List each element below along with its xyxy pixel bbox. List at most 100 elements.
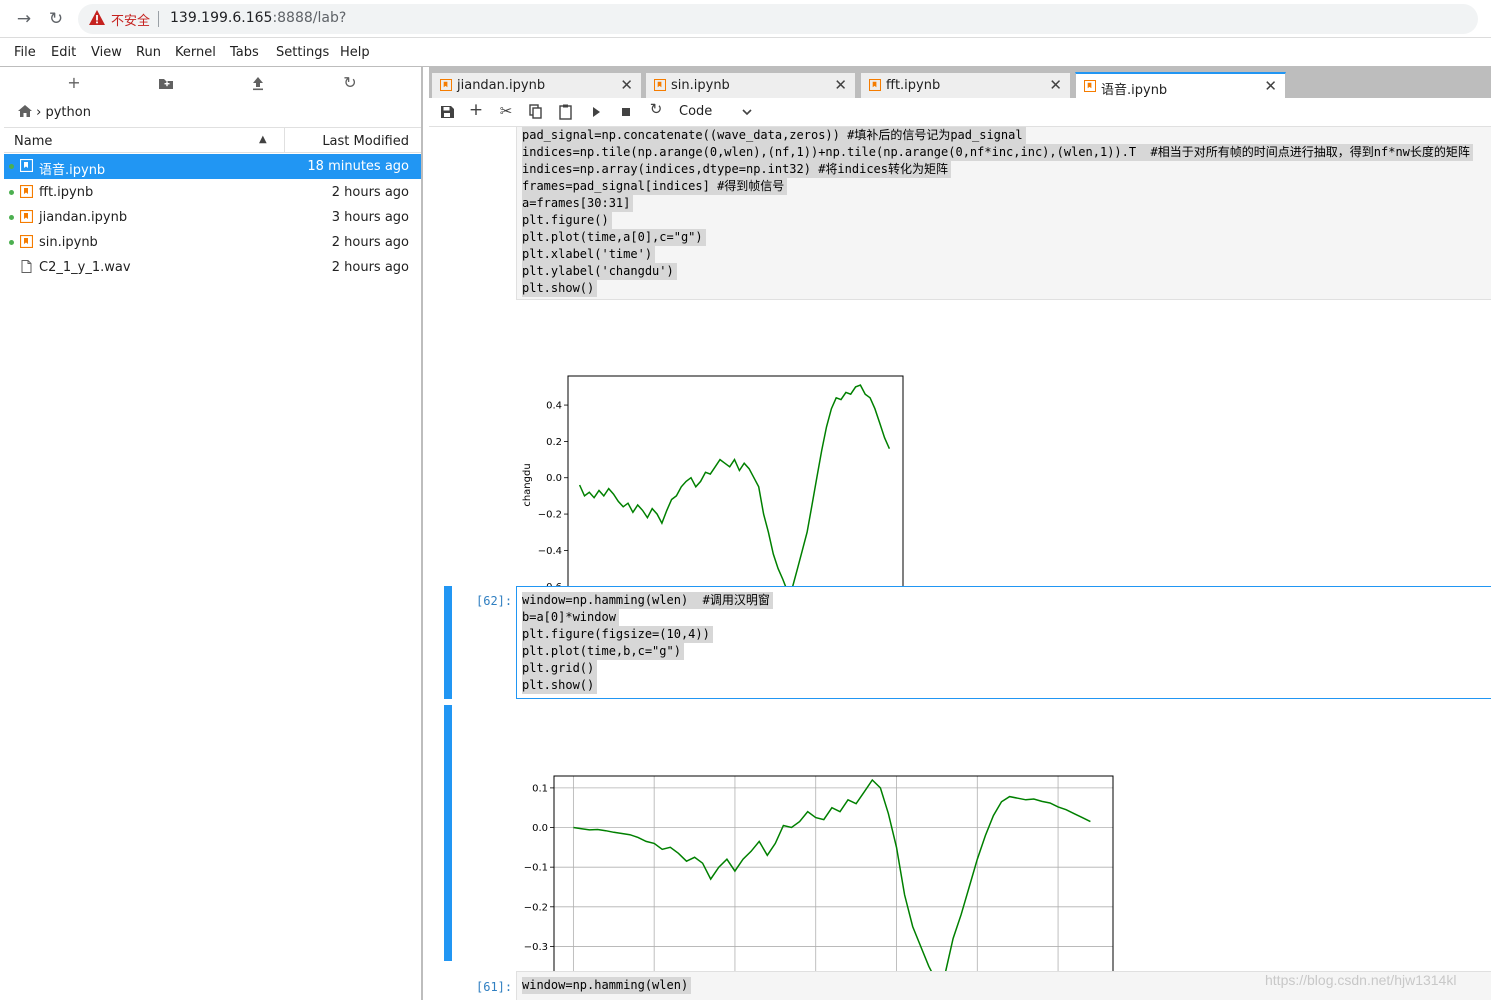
run-icon[interactable] <box>585 102 607 122</box>
breadcrumb-folder[interactable]: python <box>45 105 90 120</box>
code-line: plt.plot(time,a[0],c="g") <box>522 229 706 246</box>
menu-settings[interactable]: Settings <box>276 45 329 60</box>
url-separator <box>158 11 159 27</box>
code-line: plt.ylabel('changdu') <box>522 263 677 280</box>
copy-icon[interactable] <box>525 102 547 122</box>
file-modified: 2 hours ago <box>331 185 409 200</box>
menu-file[interactable]: File <box>14 45 36 60</box>
code-line: plt.show() <box>522 280 598 297</box>
new-folder-icon[interactable] <box>153 73 179 95</box>
file-modified: 2 hours ago <box>331 235 409 250</box>
y-tick-label: −0.2 <box>538 510 562 521</box>
close-icon[interactable]: ✕ <box>620 76 633 94</box>
output-collapser[interactable] <box>444 705 452 961</box>
code-line: a=frames[30:31] <box>522 195 634 212</box>
upload-icon[interactable] <box>245 73 271 95</box>
menu-help[interactable]: Help <box>340 45 370 60</box>
code-line: b=a[0]*window <box>522 609 619 626</box>
code-line: plt.figure(figsize=(10,4)) <box>522 626 713 643</box>
tab-jiandan[interactable]: jiandan.ipynb ✕ <box>431 72 642 98</box>
cell-prompt: [62]: <box>476 594 513 608</box>
code-line: frames=pad_signal[indices] #得到帧信号 <box>522 178 788 195</box>
sort-ascending-icon[interactable]: ▲ <box>259 134 267 145</box>
file-row-sin[interactable]: sin.ipynb 2 hours ago <box>4 230 421 255</box>
file-row-jiandan[interactable]: jiandan.ipynb 3 hours ago <box>4 205 421 230</box>
file-modified: 2 hours ago <box>331 260 409 275</box>
code-line: window=np.hamming(wlen) #调用汉明窗 <box>522 592 773 609</box>
cell-prompt: [61]: <box>476 980 513 994</box>
notebook-icon <box>20 185 33 198</box>
code-line: indices=np.array(indices,dtype=np.int32)… <box>522 161 952 178</box>
tab-label: jiandan.ipynb <box>457 78 546 93</box>
security-warning-label: 不安全 <box>111 14 151 29</box>
plot-area <box>568 376 903 594</box>
tab-sin[interactable]: sin.ipynb ✕ <box>645 72 856 98</box>
tab-label: fft.ipynb <box>886 78 941 93</box>
url-host: 139.199.6.165 <box>170 10 273 26</box>
warning-icon <box>89 10 105 25</box>
menu-view[interactable]: View <box>91 45 122 60</box>
menu-edit[interactable]: Edit <box>51 45 76 60</box>
paste-icon[interactable] <box>555 102 577 122</box>
breadcrumb: › python <box>18 105 91 120</box>
y-tick-label: −0.1 <box>524 863 548 874</box>
add-cell-icon[interactable]: + <box>465 100 487 120</box>
stop-icon[interactable] <box>615 102 637 122</box>
running-indicator <box>9 215 14 220</box>
code-line: indices=np.tile(np.arange(0,wlen),(nf,1)… <box>522 144 1473 161</box>
notebook-icon <box>869 79 881 91</box>
file-list-header: Name ▲ Last Modified <box>4 127 421 153</box>
close-icon[interactable]: ✕ <box>1264 77 1277 95</box>
menu-run[interactable]: Run <box>136 45 161 60</box>
save-icon[interactable] <box>436 102 458 122</box>
cell-type-select[interactable]: Code <box>679 104 712 119</box>
file-row-wav[interactable]: C2_1_y_1.wav 2 hours ago <box>4 255 421 280</box>
refresh-icon[interactable]: ↻ <box>337 73 363 95</box>
reload-icon[interactable]: ↻ <box>44 7 68 31</box>
column-name-header[interactable]: Name <box>14 134 52 149</box>
menu-tabs[interactable]: Tabs <box>230 45 259 60</box>
running-indicator <box>9 164 14 169</box>
column-divider[interactable] <box>284 128 285 153</box>
tab-label: sin.ipynb <box>671 78 730 93</box>
code-line: pad_signal=np.concatenate((wave_data,zer… <box>522 127 1026 144</box>
code-cell-2-editor[interactable]: window=np.hamming(wlen) #调用汉明窗 b=a[0]*wi… <box>516 586 1491 699</box>
code-line: plt.plot(time,b,c="g") <box>522 643 684 660</box>
y-tick-label: 0.0 <box>532 823 548 834</box>
new-launcher-button[interactable]: + <box>61 73 87 95</box>
home-icon[interactable] <box>18 105 32 117</box>
notebook-icon <box>654 79 666 91</box>
notebook-toolbar: + ✂ ↻ Code <box>429 98 1491 127</box>
notebook-icon <box>1084 80 1096 92</box>
file-modified: 3 hours ago <box>331 210 409 225</box>
code-line: window=np.hamming(wlen) <box>522 977 692 994</box>
input-collapser[interactable] <box>444 586 452 699</box>
code-line: plt.grid() <box>522 660 598 677</box>
y-tick-label: 0.4 <box>546 401 562 412</box>
restart-kernel-icon[interactable]: ↻ <box>645 100 667 120</box>
column-modified-header[interactable]: Last Modified <box>322 134 409 149</box>
url-bar[interactable]: 不安全 139.199.6.165:8888/lab? <box>78 4 1478 34</box>
notebook-panel: pad_signal=np.concatenate((wave_data,zer… <box>429 127 1491 1000</box>
file-row-fft[interactable]: fft.ipynb 2 hours ago <box>4 180 421 205</box>
file-row-yuyin[interactable]: 语音.ipynb 18 minutes ago <box>4 154 421 179</box>
url-text[interactable]: 139.199.6.165:8888/lab? <box>170 10 346 26</box>
notebook-icon <box>20 235 33 248</box>
code-cell-1-editor[interactable]: pad_signal=np.concatenate((wave_data,zer… <box>516 127 1491 300</box>
close-icon[interactable]: ✕ <box>1049 76 1062 94</box>
back-arrow-icon[interactable]: → <box>12 7 36 31</box>
breadcrumb-separator: › <box>36 105 42 120</box>
file-name: sin.ipynb <box>39 235 98 250</box>
tab-fft[interactable]: fft.ipynb ✕ <box>860 72 1071 98</box>
cut-icon[interactable]: ✂ <box>495 102 517 122</box>
url-path: :8888/lab? <box>272 10 347 26</box>
file-name: fft.ipynb <box>39 185 94 200</box>
close-icon[interactable]: ✕ <box>834 76 847 94</box>
hamming-windowed-line-chart: 0.0000.0050.0100.0150.0200.0250.030−0.4−… <box>524 775 1114 998</box>
file-icon <box>21 260 32 273</box>
chevron-down-icon[interactable] <box>741 102 753 122</box>
browser-address-bar: → ↻ 不安全 139.199.6.165:8888/lab? <box>0 0 1491 38</box>
menu-kernel[interactable]: Kernel <box>175 45 216 60</box>
tab-yuyin[interactable]: 语音.ipynb ✕ <box>1075 72 1286 99</box>
tab-label: 语音.ipynb <box>1101 83 1168 98</box>
